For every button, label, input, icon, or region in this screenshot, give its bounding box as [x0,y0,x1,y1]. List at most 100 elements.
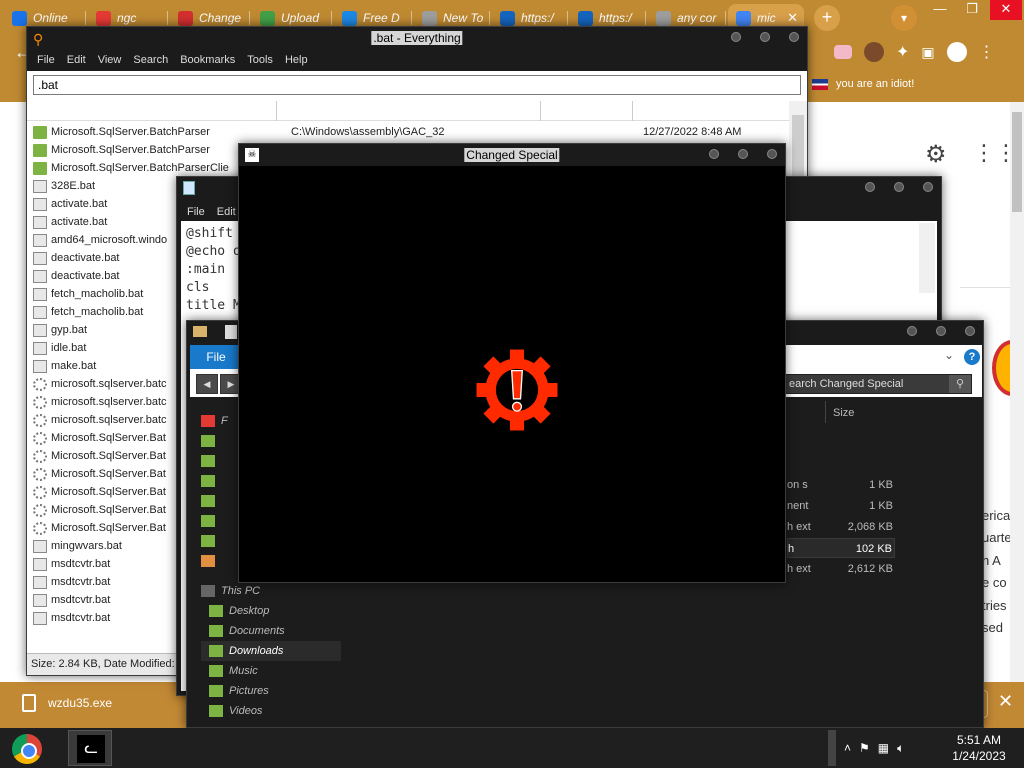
search-input[interactable]: earch Changed Special ⚲ [784,374,972,394]
size-column-header[interactable] [541,101,633,121]
menu-item-tools[interactable]: Tools [241,49,279,71]
help-icon[interactable]: ? [964,349,980,365]
nav-label: This PC [221,585,261,597]
nav-item-music[interactable]: Music [201,661,341,681]
search-input[interactable] [33,75,801,95]
nav-item-videos[interactable]: Videos [201,701,341,721]
maximize-button[interactable] [894,182,904,192]
menu-item-file[interactable]: File [31,49,61,71]
bookmark-item[interactable]: you are an idiot! [812,78,914,90]
flag-icon[interactable]: ⚑ [859,741,870,755]
editor-scrollbar[interactable] [919,223,935,293]
nav-item-desktop[interactable]: Desktop [201,601,341,621]
close-button[interactable] [789,32,799,42]
close-button[interactable] [965,326,975,336]
system-tray: ˄ ⚑ ▦ 🔈︎ [828,728,904,768]
table-row[interactable]: h ext 2,612 KB [787,559,895,579]
minimize-button[interactable] [709,149,719,159]
chrome-taskbar-button[interactable] [4,730,48,766]
menu-item-search[interactable]: Search [127,49,174,71]
nav-label: F [221,415,228,427]
nav-item-this-pc[interactable]: This PC [201,581,341,601]
table-row[interactable]: on s 1 KB [787,475,895,495]
menu-item-file[interactable]: File [181,203,211,221]
table-row[interactable]: nent 1 KB [787,496,895,516]
download-bar-close-button[interactable]: ✕ [998,691,1013,712]
file-tab[interactable]: File [190,345,242,369]
search-icon[interactable]: ⚲ [949,375,971,393]
back-button[interactable]: ◀ [196,374,218,394]
batch-file-icon [33,341,47,355]
puzzle-icon[interactable]: ✦ [896,42,909,62]
settings-gear-icon[interactable]: ⚙ [925,140,947,169]
tab-label: Upload [281,11,320,25]
app-taskbar-button[interactable]: ᓚ [68,730,112,766]
title-bar[interactable]: ⚲ .bat - Everything [27,27,807,49]
more-menu-icon[interactable]: ⋮ [979,42,995,62]
tray-scroll[interactable] [828,730,836,766]
maximize-button[interactable] [738,149,748,159]
minimize-button[interactable] [865,182,875,192]
file-type: h ext [787,521,811,533]
chevron-down-icon[interactable]: ⌄ [944,348,954,362]
size-column-header[interactable]: Size [833,407,854,419]
new-tab-button[interactable]: + [814,5,840,31]
close-button[interactable]: ✕ [990,0,1022,20]
display-area [241,166,785,582]
sidebar-icon[interactable]: ▣ [921,44,934,61]
table-row[interactable]: h ext 2,068 KB [787,517,895,537]
close-button[interactable] [767,149,777,159]
gear-icon [33,521,47,535]
tab-close-icon[interactable]: ✕ [787,10,798,26]
file-icon [22,694,36,712]
minimize-button[interactable] [907,326,917,336]
avatar[interactable] [946,42,967,62]
network-icon[interactable]: ▦ [878,741,889,755]
close-button[interactable] [923,182,933,192]
tab-label: any cor [677,11,717,25]
batch-file-icon [33,197,47,211]
flag-icon[interactable] [834,45,852,59]
nav-item-documents[interactable]: Documents [201,621,341,641]
clock[interactable]: 5:51 AM 1/24/2023 [944,732,1014,764]
volume-icon[interactable]: 🔈︎ [897,741,904,756]
restore-button[interactable]: ❐ [956,0,988,20]
page-scrollbar[interactable] [1010,102,1024,682]
batch-file-icon [33,305,47,319]
nav-desktop-icon [209,605,223,617]
nav-label: Downloads [229,645,284,657]
nav-label: Videos [229,705,263,717]
path-column-header[interactable] [277,101,541,121]
uk-flag-icon [812,78,828,90]
menu-item-view[interactable]: View [92,49,128,71]
window-title: Changed Special [464,148,560,162]
search-placeholder: earch Changed Special [789,378,904,390]
menu-item-help[interactable]: Help [279,49,314,71]
menu-item-bookmarks[interactable]: Bookmarks [174,49,241,71]
chevron-up-icon[interactable]: ˄ [844,741,851,755]
properties-icon[interactable] [225,325,237,339]
tab-search-button[interactable]: ▾ [891,5,917,31]
menu-item-edit[interactable]: Edit [61,49,92,71]
tab-label: https:/ [521,11,554,25]
gear-icon [33,503,47,517]
scrollbar-thumb[interactable] [1012,112,1022,212]
minimize-button[interactable]: — [924,0,956,20]
tab-label: https:/ [599,11,632,25]
download-item[interactable]: wzdu35.exe [22,694,112,712]
tab-label: New To [443,11,484,25]
name-column-header[interactable] [27,101,277,121]
list-item[interactable]: Microsoft.SqlServer.BatchParser C:\Window… [27,123,789,141]
nav-label: Desktop [229,605,270,617]
title-bar[interactable]: ☠ Changed Special [239,144,785,166]
nav-item-pictures[interactable]: Pictures [201,681,341,701]
profile-extension-icon[interactable] [864,42,884,62]
tab-label: ngc [117,11,137,25]
maximize-button[interactable] [936,326,946,336]
minimize-button[interactable] [731,32,741,42]
maximize-button[interactable] [760,32,770,42]
table-row[interactable]: h 102 KB [787,538,895,558]
page-text: tries [982,597,1007,613]
batch-file-icon [33,611,47,625]
nav-item-downloads[interactable]: Downloads [201,641,341,661]
